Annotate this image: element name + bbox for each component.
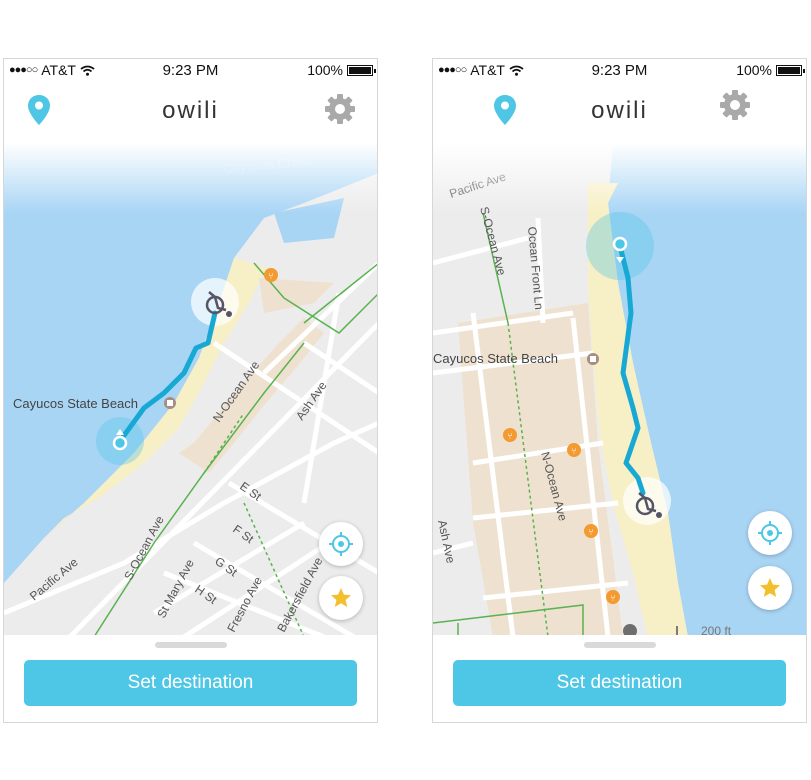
svg-text:⑂: ⑂	[571, 446, 576, 456]
favorites-button[interactable]	[319, 576, 363, 620]
battery-percent: 100%	[307, 62, 343, 78]
set-destination-button[interactable]: Set destination	[24, 660, 357, 706]
map-label-beach: Cayucos State Beach	[13, 396, 138, 411]
svg-text:⑂: ⑂	[507, 431, 512, 441]
battery-icon	[347, 64, 376, 76]
recenter-button[interactable]	[748, 511, 792, 555]
map-view[interactable]: ⑂ ⑂ ⑂ ⑂ Pacific Ave S-Ocean Ave Ocean Fr…	[433, 143, 806, 637]
poi-restaurant-icon: ⑂	[606, 590, 620, 604]
crosshair-icon	[329, 532, 353, 556]
bottom-sheet: Set destination	[433, 635, 806, 722]
battery-icon	[776, 64, 805, 76]
status-bar: ●●●○○ AT&T 9:23 PM 100%	[433, 59, 806, 81]
svg-text:⑂: ⑂	[588, 527, 593, 537]
star-icon	[331, 588, 351, 607]
poi-restaurant-icon: ⑂	[503, 428, 517, 442]
svg-text:⑂: ⑂	[268, 271, 273, 281]
gear-icon[interactable]	[719, 89, 751, 121]
status-bar: ●●●○○ AT&T 9:23 PM 100%	[4, 59, 377, 81]
map-canvas[interactable]: ⑂ ⑂ ⑂ ⑂ Pacific Ave S-Ocean Ave Ocean Fr…	[433, 143, 806, 637]
gear-icon[interactable]	[324, 93, 356, 125]
map-label-beach: Cayucos State Beach	[433, 351, 558, 366]
poi-restaurant-icon: ⑂	[584, 524, 598, 538]
sheet-drag-handle[interactable]	[154, 642, 227, 648]
app-header: owili	[433, 81, 806, 143]
poi-beach-icon	[164, 397, 176, 409]
map-canvas[interactable]: ⑂ Cayucos Creek Cayucos State Beach N-Oc…	[4, 143, 377, 637]
sheet-drag-handle[interactable]	[583, 642, 656, 648]
map-view[interactable]: ⑂ Cayucos Creek Cayucos State Beach N-Oc…	[4, 143, 377, 637]
star-icon	[760, 578, 780, 597]
favorites-button[interactable]	[748, 566, 792, 610]
phone-screen-2: ●●●○○ AT&T 9:23 PM 100% owili ⑂ ⑂ ⑂ ⑂ Pa…	[432, 58, 807, 723]
app-header: owili	[4, 81, 377, 143]
svg-text:⑂: ⑂	[610, 593, 615, 603]
poi-restaurant-icon: ⑂	[264, 268, 278, 282]
poi-beach-icon	[587, 353, 599, 365]
battery-percent: 100%	[736, 62, 772, 78]
phone-screen-1: ●●●○○ AT&T 9:23 PM 100% owili ⑂ Cayucos …	[3, 58, 378, 723]
app-title: owili	[162, 97, 219, 124]
recenter-button[interactable]	[319, 522, 363, 566]
bottom-sheet: Set destination	[4, 635, 377, 722]
set-destination-button[interactable]: Set destination	[453, 660, 786, 706]
poi-restaurant-icon: ⑂	[567, 443, 581, 457]
crosshair-icon	[758, 521, 782, 545]
